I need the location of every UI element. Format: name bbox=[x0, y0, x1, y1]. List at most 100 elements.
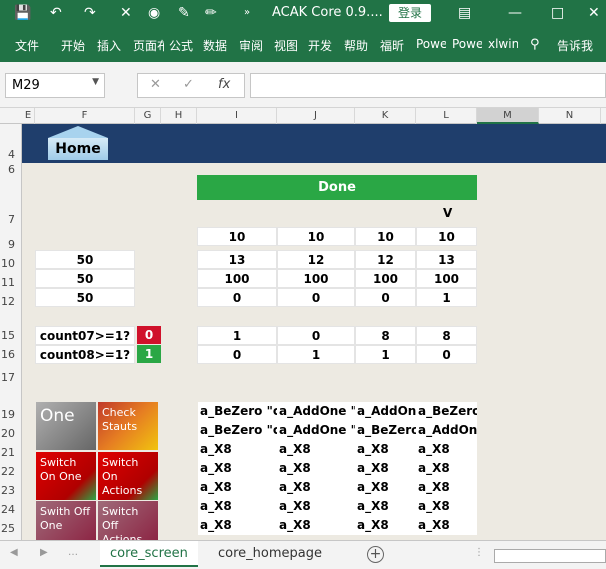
maximize-icon[interactable]: □ bbox=[551, 4, 564, 22]
row-header[interactable]: 21 bbox=[0, 446, 22, 459]
tab-insert[interactable]: 插入 bbox=[97, 37, 125, 54]
table-cell[interactable]: a_X8 bbox=[355, 497, 416, 516]
tab-foxit[interactable]: 福昕 bbox=[380, 37, 408, 54]
value-cell[interactable]: 50 bbox=[35, 250, 135, 269]
value-cell[interactable]: 13 bbox=[197, 250, 277, 269]
table-cell[interactable]: a_X8 bbox=[416, 440, 477, 459]
column-header[interactable]: J bbox=[277, 108, 355, 124]
value-cell[interactable]: 1 bbox=[416, 288, 477, 307]
redo-icon[interactable]: ↷ bbox=[84, 4, 96, 22]
row-header[interactable]: 4 bbox=[0, 148, 22, 161]
table-cell[interactable]: a_X8 bbox=[277, 516, 355, 535]
camera-icon[interactable]: ◉ bbox=[148, 4, 160, 22]
value-cell[interactable]: 50 bbox=[35, 269, 135, 288]
table-cell[interactable]: a_BeZero bbox=[355, 421, 416, 440]
column-header[interactable]: N bbox=[539, 108, 601, 124]
table-cell[interactable]: a_X8 bbox=[416, 478, 477, 497]
column-header[interactable]: H bbox=[161, 108, 197, 124]
column-header[interactable]: F bbox=[35, 108, 135, 124]
value-cell[interactable]: 13 bbox=[416, 250, 477, 269]
tile-switch-on-one[interactable]: Switch On One bbox=[36, 452, 96, 500]
table-cell[interactable]: a_AddOne "c bbox=[277, 402, 355, 421]
minimize-icon[interactable]: — bbox=[508, 4, 522, 22]
value-cell[interactable]: 100 bbox=[416, 269, 477, 288]
table-cell[interactable]: a_AddOne bbox=[416, 421, 477, 440]
table-cell[interactable]: a_X8 bbox=[277, 440, 355, 459]
sheet-prev-icon[interactable]: ◀ bbox=[10, 547, 18, 558]
close-icon[interactable]: ✕ bbox=[588, 4, 600, 22]
column-header[interactable]: I bbox=[197, 108, 277, 124]
name-box[interactable]: M29 ▼ bbox=[5, 73, 105, 98]
value-cell[interactable]: 0 bbox=[416, 345, 477, 364]
row-header[interactable]: 16 bbox=[0, 348, 22, 361]
row-header[interactable]: 7 bbox=[0, 213, 22, 226]
row-header[interactable]: 24 bbox=[0, 503, 22, 516]
tab-power-2[interactable]: Powe bbox=[452, 37, 482, 51]
table-cell[interactable]: a_X8 bbox=[355, 440, 416, 459]
value-cell[interactable]: 10 bbox=[355, 227, 416, 246]
value-cell[interactable]: 0 bbox=[277, 288, 355, 307]
table-cell[interactable]: a_X8 bbox=[198, 516, 277, 535]
value-cell[interactable]: 8 bbox=[416, 326, 477, 345]
tile-switch-off-one[interactable]: Swith Off One bbox=[36, 501, 96, 540]
tile-check-status[interactable]: Check Stauts bbox=[98, 402, 158, 450]
login-button[interactable]: 登录 bbox=[389, 4, 431, 22]
table-cell[interactable]: a_X8 bbox=[198, 440, 277, 459]
table-cell[interactable]: a_X8 bbox=[277, 459, 355, 478]
horizontal-scrollbar[interactable] bbox=[494, 549, 606, 563]
table-cell[interactable]: a_BeZero "cc bbox=[198, 402, 277, 421]
value-cell[interactable]: 100 bbox=[277, 269, 355, 288]
row-header[interactable]: 12 bbox=[0, 295, 22, 308]
more-sheets-icon[interactable]: ⋮ bbox=[474, 547, 484, 558]
value-cell[interactable]: 0 bbox=[197, 288, 277, 307]
sheet-more-icon[interactable]: … bbox=[68, 547, 78, 558]
save-icon[interactable]: 💾 bbox=[14, 4, 31, 22]
cancel-icon[interactable]: ✕ bbox=[150, 77, 161, 92]
column-header[interactable]: E bbox=[22, 108, 35, 124]
row-header[interactable]: 17 bbox=[0, 371, 22, 384]
table-cell[interactable]: a_X8 bbox=[355, 459, 416, 478]
table-cell[interactable]: a_X8 bbox=[355, 478, 416, 497]
sheet-tab-core-homepage[interactable]: core_homepage bbox=[208, 541, 332, 567]
edit-icon[interactable]: ✏ bbox=[205, 4, 217, 22]
tab-review[interactable]: 审阅 bbox=[239, 37, 267, 54]
row-header[interactable]: 10 bbox=[0, 257, 22, 270]
value-cell[interactable]: 10 bbox=[416, 227, 477, 246]
tile-switch-off-actions[interactable]: Switch Off Actions bbox=[98, 501, 158, 540]
table-cell[interactable]: a_X8 bbox=[198, 478, 277, 497]
undo-icon[interactable]: ↶ bbox=[50, 4, 62, 22]
table-cell[interactable]: a_X8 bbox=[277, 478, 355, 497]
tell-me[interactable]: 告诉我 bbox=[557, 37, 602, 54]
tab-page-layout[interactable]: 页面布 bbox=[133, 37, 164, 54]
lightbulb-icon[interactable]: ⚲ bbox=[530, 37, 540, 52]
row-header[interactable]: 15 bbox=[0, 329, 22, 342]
tab-developer[interactable]: 开发 bbox=[308, 37, 336, 54]
column-header[interactable]: L bbox=[416, 108, 477, 124]
column-header[interactable]: G bbox=[135, 108, 161, 124]
table-cell[interactable]: a_BeZero bbox=[416, 402, 477, 421]
home-button[interactable]: Home bbox=[48, 138, 108, 160]
value-cell[interactable]: 10 bbox=[277, 227, 355, 246]
value-cell[interactable]: 0 bbox=[277, 326, 355, 345]
table-cell[interactable]: a_X8 bbox=[198, 459, 277, 478]
row-header[interactable]: 25 bbox=[0, 522, 22, 535]
tab-file[interactable]: 文件 bbox=[15, 37, 43, 54]
value-cell[interactable]: 12 bbox=[277, 250, 355, 269]
table-cell[interactable]: a_X8 bbox=[277, 497, 355, 516]
sheet-next-icon[interactable]: ▶ bbox=[40, 547, 48, 558]
tab-help[interactable]: 帮助 bbox=[344, 37, 372, 54]
row-header[interactable]: 19 bbox=[0, 408, 22, 421]
value-cell[interactable]: 0 bbox=[355, 288, 416, 307]
sheet-tab-core-screen[interactable]: core_screen bbox=[100, 541, 198, 567]
add-sheet-button[interactable]: + bbox=[367, 546, 384, 563]
table-cell[interactable]: a_AddOne bbox=[355, 402, 416, 421]
value-cell[interactable]: 12 bbox=[355, 250, 416, 269]
tab-xlwings[interactable]: xlwin bbox=[488, 37, 518, 51]
row-header[interactable]: 22 bbox=[0, 465, 22, 478]
table-cell[interactable]: a_X8 bbox=[355, 516, 416, 535]
value-cell[interactable]: 1 bbox=[277, 345, 355, 364]
column-header-selected[interactable]: M bbox=[477, 108, 539, 124]
tile-switch-on-actions[interactable]: Switch On Actions bbox=[98, 452, 158, 500]
tab-formulas[interactable]: 公式 bbox=[169, 37, 197, 54]
tab-home[interactable]: 开始 bbox=[61, 37, 89, 54]
